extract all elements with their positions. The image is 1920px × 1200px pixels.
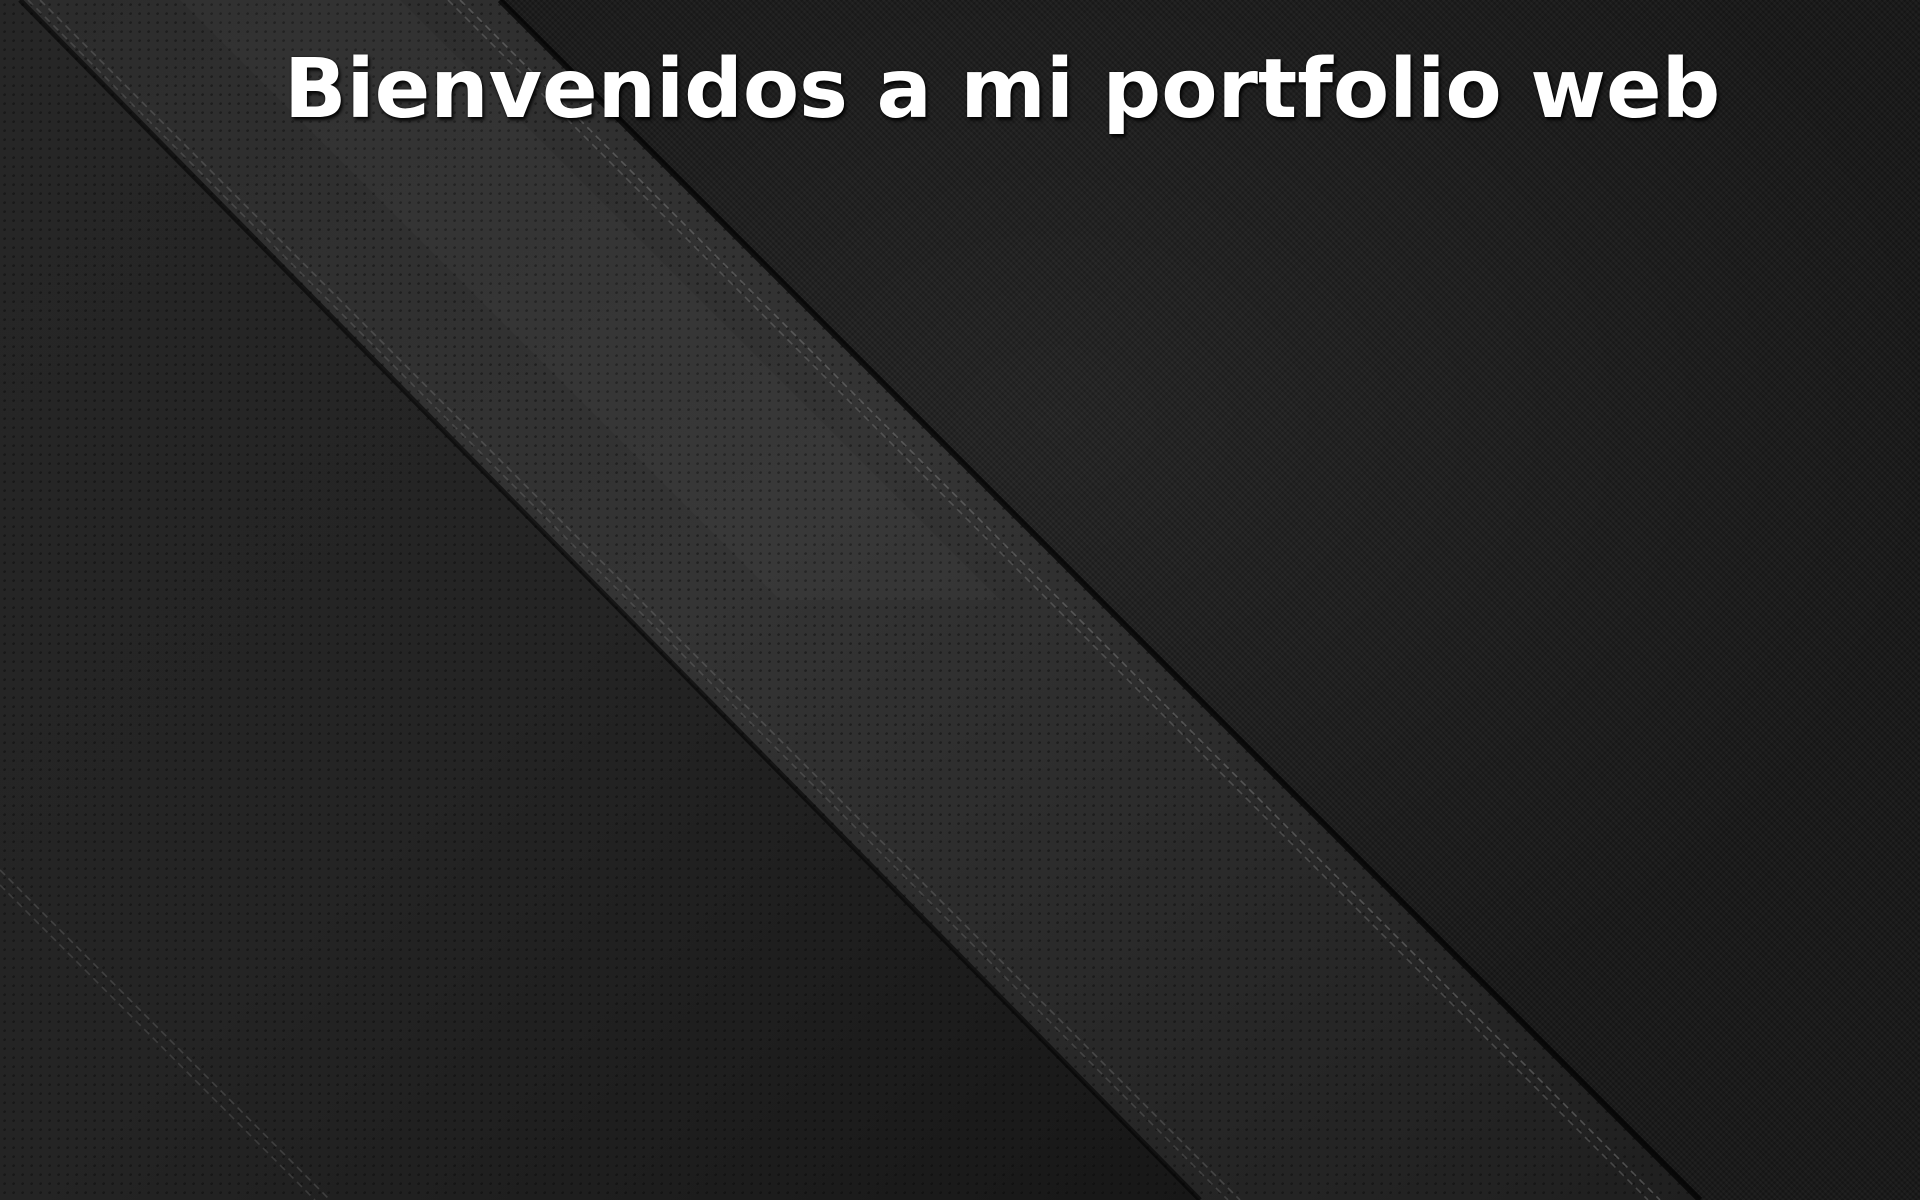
page-background: Bienvenidos a mi portfolio web	[0, 0, 1920, 1200]
page-title: Bienvenidos a mi portfolio web	[284, 42, 1721, 137]
diagonal-leather-bands	[0, 0, 1703, 1200]
